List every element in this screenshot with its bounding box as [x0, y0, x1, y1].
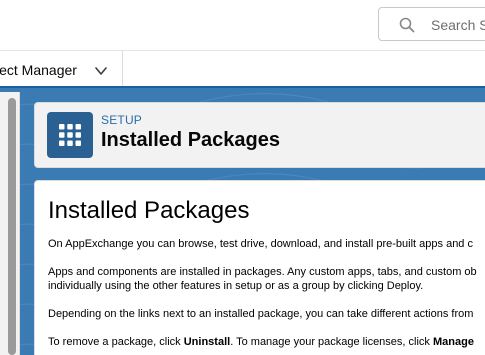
nav-divider [122, 51, 123, 89]
app-window: Search S ject Manager SETUP Installed Pa… [0, 0, 485, 355]
global-header: Search S [0, 0, 485, 50]
search-placeholder: Search S [431, 17, 485, 33]
app-name[interactable]: ject Manager [0, 62, 77, 78]
content-heading: Installed Packages [48, 197, 250, 224]
actions-paragraph: Depending on the links next to an instal… [48, 308, 474, 320]
remove-text-prefix: To remove a package, click [48, 336, 184, 348]
packages-paragraph-line-1: Apps and components are installed in pac… [48, 266, 477, 278]
setup-breadcrumb: SETUP [101, 113, 143, 127]
page-title: Installed Packages [101, 129, 280, 151]
search-icon [399, 17, 415, 33]
chevron-down-icon[interactable] [94, 64, 108, 78]
setup-header-card: SETUP Installed Packages [34, 102, 485, 168]
main-content-card: Installed Packages On AppExchange you ca… [34, 180, 485, 355]
setup-icon-tile [47, 112, 93, 158]
remove-paragraph: To remove a package, click Uninstall. To… [48, 335, 485, 349]
uninstall-keyword: Uninstall [183, 336, 231, 348]
packages-paragraph-line-2: individually using the other features in… [48, 280, 424, 292]
manage-keyword: Manage [432, 336, 474, 348]
search-input[interactable]: Search S [378, 7, 485, 41]
scrollbar-thumb[interactable] [8, 98, 16, 355]
intro-paragraph: On AppExchange you can browse, test driv… [48, 238, 473, 250]
remove-text-middle: . To manage your package licenses, click [230, 336, 433, 348]
grid-icon [59, 124, 81, 146]
scrollbar[interactable] [0, 92, 20, 355]
app-nav-bar: ject Manager [0, 50, 485, 89]
